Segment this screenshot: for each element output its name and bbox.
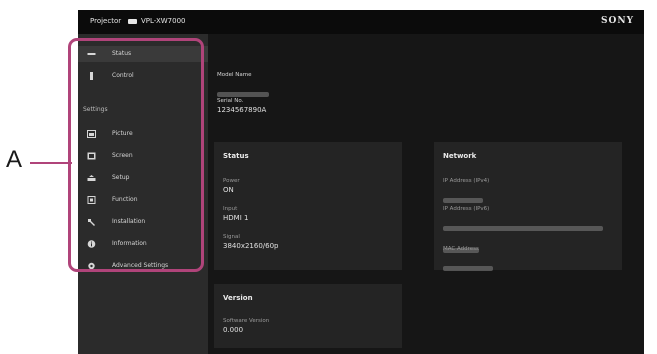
picture-icon [87, 130, 96, 138]
serial-label: Serial No. [217, 98, 244, 104]
signal-value: 3840x2160/60p [223, 242, 279, 250]
sidebar-item-picture[interactable]: Picture [78, 126, 208, 142]
model-name-field: Model Name [217, 72, 269, 101]
power-value: ON [223, 186, 234, 194]
ipv6-value [443, 226, 603, 231]
status-card-title: Status [223, 152, 249, 160]
setup-icon [87, 175, 96, 181]
model-name-label: Model Name [217, 72, 252, 78]
mac-label: MAC Address [443, 246, 479, 252]
sidebar-item-control[interactable]: Control [78, 68, 208, 84]
sidebar: Status Control Settings Picture Screen S… [78, 34, 208, 354]
network-card-title: Network [443, 152, 477, 160]
top-bar: Projector VPL-XW7000 SONY [78, 10, 644, 34]
software-version-value: 0.000 [223, 326, 244, 334]
sidebar-item-status[interactable]: Status [78, 46, 208, 62]
status-card: Status Power ON Input HDMI 1 Signal 3840… [214, 142, 402, 270]
power-label: Power [223, 178, 240, 184]
remote-icon [90, 72, 93, 80]
ipv6-label: IP Address (IPv6) [443, 206, 490, 212]
sidebar-item-label: Function [112, 196, 138, 203]
serial-value: 1234567890A [217, 106, 267, 114]
function-icon [87, 196, 96, 204]
projector-icon [128, 18, 137, 24]
input-value: HDMI 1 [223, 214, 249, 222]
input-label: Input [223, 206, 238, 212]
serial-field: Serial No. 1234567890A [217, 98, 266, 114]
model-tag: VPL-XW7000 [128, 17, 186, 25]
sidebar-item-label: Screen [112, 152, 133, 159]
software-version-label: Software Version [223, 318, 270, 324]
mac-value [443, 266, 493, 271]
version-card: Version Software Version 0.000 [214, 284, 402, 348]
ipv4-value [443, 198, 483, 203]
sidebar-item-label: Control [112, 72, 134, 79]
sidebar-item-label: Information [112, 240, 147, 247]
settings-group-label: Settings [83, 106, 108, 113]
wrench-icon [88, 219, 95, 226]
model-tag-text: VPL-XW7000 [141, 17, 186, 25]
model-name-value [217, 92, 269, 97]
sidebar-item-function[interactable]: Function [78, 192, 208, 208]
projector-web-ui: Projector VPL-XW7000 SONY Status Control… [78, 10, 644, 354]
sidebar-item-setup[interactable]: Setup [78, 170, 208, 186]
sidebar-item-advanced-settings[interactable]: Advanced Settings [78, 258, 208, 274]
sidebar-item-label: Advanced Settings [112, 262, 169, 269]
sidebar-item-information[interactable]: Information [78, 236, 208, 252]
callout-leader-line [30, 162, 72, 164]
ipv4-label: IP Address (IPv4) [443, 178, 490, 184]
sidebar-item-label: Picture [112, 130, 133, 137]
sidebar-item-installation[interactable]: Installation [78, 214, 208, 230]
brand-logo: SONY [601, 16, 634, 26]
callout-label-a: A [6, 146, 23, 173]
sidebar-item-label: Status [112, 50, 132, 57]
gear-icon [88, 262, 95, 270]
version-card-title: Version [223, 294, 253, 302]
signal-label: Signal [223, 234, 240, 240]
sidebar-item-label: Setup [112, 174, 130, 181]
sidebar-item-label: Installation [112, 218, 146, 225]
main-content: Model Name Serial No. 1234567890A Status… [208, 34, 644, 354]
sidebar-item-screen[interactable]: Screen [78, 148, 208, 164]
screen-icon [87, 152, 96, 160]
info-icon [87, 240, 96, 248]
network-card: Network IP Address (IPv4) IP Address (IP… [434, 142, 622, 271]
app-title: Projector [90, 17, 122, 25]
status-icon [87, 53, 96, 55]
